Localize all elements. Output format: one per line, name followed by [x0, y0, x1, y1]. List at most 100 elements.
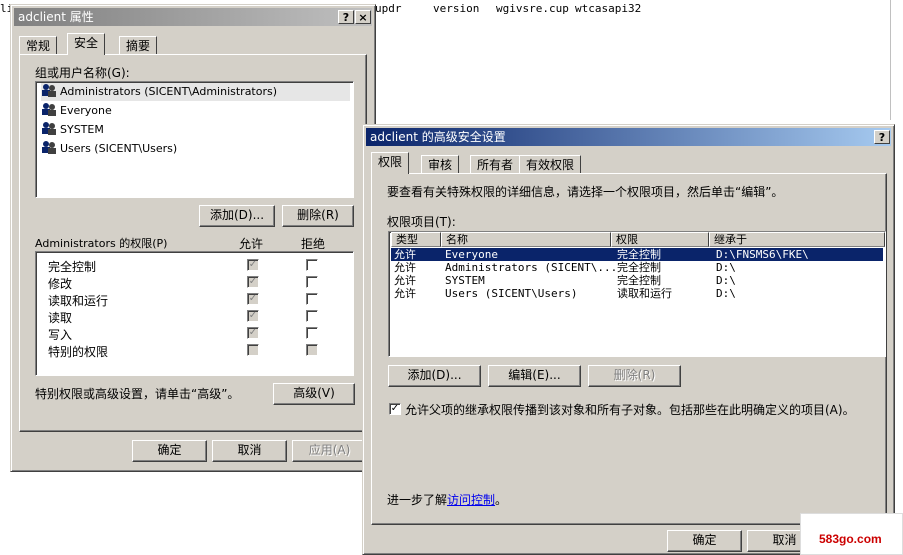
remove-user-button[interactable]: 删除(R): [282, 205, 354, 227]
apply-button[interactable]: 应用(A): [292, 440, 367, 462]
permission-name: 完全控制: [48, 260, 97, 274]
edit-entry-button[interactable]: 编辑(E)...: [488, 365, 581, 387]
security-tab-panel: 组或用户名称(G): Administrators (SICENT\Admini…: [19, 54, 367, 432]
add-entry-button[interactable]: 添加(D)...: [388, 365, 481, 387]
entry-name: Everyone: [445, 248, 498, 261]
advanced-security-window: adclient 的高级安全设置 ? 权限 审核 所有者 有效权限 要查看有关特…: [362, 124, 895, 555]
permission-name: 写入: [48, 328, 73, 342]
cancel-button[interactable]: 取消: [212, 440, 287, 462]
help-button[interactable]: ?: [874, 130, 890, 144]
tab-owner[interactable]: 所有者: [470, 155, 521, 174]
background-file-3: wgivsre.cup: [496, 2, 569, 15]
advanced-hint: 特别权限或高级设置，请单击“高级”。: [35, 387, 240, 401]
entry-permission: 完全控制: [617, 248, 661, 261]
entry-name: Administrators (SICENT\...: [445, 261, 618, 274]
entry-inherited-from: D:\: [716, 287, 736, 300]
tab-security[interactable]: 安全: [67, 33, 106, 55]
entry-type: 允许: [394, 248, 416, 261]
entry-type: 允许: [394, 261, 416, 274]
tab-auditing[interactable]: 审核: [421, 155, 460, 174]
inherit-permissions-checkbox[interactable]: ✓: [389, 403, 401, 415]
help-button[interactable]: ?: [338, 10, 354, 24]
deny-checkbox-full-control[interactable]: [306, 259, 318, 271]
advanced-title-bar[interactable]: adclient 的高级安全设置 ?: [366, 128, 891, 146]
properties-title-bar[interactable]: adclient 属性 ? ×: [14, 8, 372, 26]
user-group-icon: [42, 84, 56, 97]
ok-button[interactable]: 确定: [667, 530, 742, 552]
instructions-text: 要查看有关特殊权限的详细信息，请选择一个权限项目，然后单击“编辑”。: [387, 185, 784, 199]
advanced-button[interactable]: 高级(V): [273, 383, 355, 405]
allow-checkbox-modify: ✓: [247, 276, 259, 288]
deny-checkbox-write[interactable]: [306, 327, 318, 339]
entry-permission: 完全控制: [617, 274, 661, 287]
background-file-4: wtcasapi32: [575, 2, 642, 15]
entry-name: Users (SICENT\Users): [445, 287, 578, 300]
table-row[interactable]: 允许 SYSTEM 完全控制 D:\: [391, 274, 883, 287]
background-file-2: version: [433, 2, 480, 15]
allow-checkbox-read: ✓: [247, 310, 259, 322]
permission-name: 读取和运行: [48, 294, 109, 308]
learn-more-prefix: 进一步了解: [387, 493, 448, 507]
add-user-button[interactable]: 添加(D)...: [199, 205, 275, 227]
watermark-badge: 583go.com: [800, 513, 903, 555]
ok-button[interactable]: 确定: [132, 440, 207, 462]
properties-title: adclient 属性: [18, 10, 94, 24]
inherit-permissions-label[interactable]: 允许父项的继承权限传播到该对象和所有子对象。包括那些在此明确定义的项目(A)。: [405, 401, 855, 418]
user-group-icon: [42, 103, 56, 116]
deny-checkbox-read-execute[interactable]: [306, 293, 318, 305]
deny-checkbox-modify[interactable]: [306, 276, 318, 288]
column-header-permission[interactable]: 权限: [611, 232, 709, 247]
deny-column-header: 拒绝: [301, 237, 326, 251]
column-header-type[interactable]: 类型: [391, 232, 441, 247]
tab-general[interactable]: 常规: [19, 36, 58, 55]
permission-name: 读取: [48, 311, 73, 325]
permission-entries-list[interactable]: 类型 名称 权限 继承于 允许 Everyone 完全控制 D:\FNSMS6\…: [388, 231, 886, 357]
users-list[interactable]: Administrators (SICENT\Administrators) E…: [35, 81, 354, 198]
allow-checkbox-full-control: ✓: [247, 259, 259, 271]
user-name: Administrators (SICENT\Administrators): [60, 85, 278, 98]
user-group-icon: [42, 122, 56, 135]
learn-more-text: 进一步了解访问控制。: [387, 491, 507, 508]
allow-checkbox-write: ✓: [247, 327, 259, 339]
user-item-everyone[interactable]: Everyone: [41, 102, 112, 120]
table-row[interactable]: 允许 Everyone 完全控制 D:\FNSMS6\FKE\: [391, 248, 883, 261]
user-name: Everyone: [60, 104, 112, 117]
tab-effective-permissions[interactable]: 有效权限: [519, 155, 582, 174]
entry-inherited-from: D:\FNSMS6\FKE\: [716, 248, 809, 261]
tab-permissions[interactable]: 权限: [371, 152, 410, 174]
user-item-administrators[interactable]: Administrators (SICENT\Administrators): [41, 83, 350, 101]
allow-checkbox-read-execute: ✓: [247, 293, 259, 305]
table-row[interactable]: 允许 Administrators (SICENT\... 完全控制 D:\: [391, 261, 883, 274]
entry-inherited-from: D:\: [716, 274, 736, 287]
allow-column-header: 允许: [239, 237, 264, 251]
permissions-tab-panel: 要查看有关特殊权限的详细信息，请选择一个权限项目，然后单击“编辑”。 权限项目(…: [371, 173, 887, 525]
background-window-edge: [890, 0, 891, 120]
properties-window: adclient 属性 ? × 常规 安全 摘要 组或用户名称(G): Admi…: [10, 4, 376, 472]
learn-more-suffix: 。: [495, 493, 508, 507]
user-item-system[interactable]: SYSTEM: [41, 121, 104, 139]
advanced-title: adclient 的高级安全设置: [370, 130, 506, 144]
permissions-list[interactable]: 完全控制 ✓ 修改 ✓ 读取和运行 ✓ 读取 ✓ 写入 ✓ 特别的权限: [35, 251, 354, 376]
user-name: SYSTEM: [60, 123, 104, 136]
permissions-header: Administrators 的权限(P): [35, 237, 168, 250]
user-group-icon: [42, 141, 56, 154]
entry-name: SYSTEM: [445, 274, 485, 287]
entry-inherited-from: D:\: [716, 261, 736, 274]
entry-type: 允许: [394, 287, 416, 300]
deny-checkbox-special: [306, 344, 318, 356]
tab-summary[interactable]: 摘要: [119, 36, 158, 55]
access-control-link[interactable]: 访问控制: [447, 493, 495, 507]
close-button[interactable]: ×: [355, 10, 371, 24]
permission-name: 特别的权限: [48, 345, 109, 359]
table-row[interactable]: 允许 Users (SICENT\Users) 读取和运行 D:\: [391, 287, 883, 300]
user-item-users[interactable]: Users (SICENT\Users): [41, 140, 177, 158]
remove-entry-button[interactable]: 删除(R): [588, 365, 681, 387]
background-file-1: updr: [375, 2, 402, 15]
column-header-name[interactable]: 名称: [441, 232, 611, 247]
deny-checkbox-read[interactable]: [306, 310, 318, 322]
column-header-inherited-from[interactable]: 继承于: [709, 232, 885, 247]
entry-permission: 读取和运行: [617, 287, 672, 300]
allow-checkbox-special: [247, 344, 259, 356]
user-name: Users (SICENT\Users): [60, 142, 178, 155]
group-users-label: 组或用户名称(G):: [35, 66, 130, 80]
